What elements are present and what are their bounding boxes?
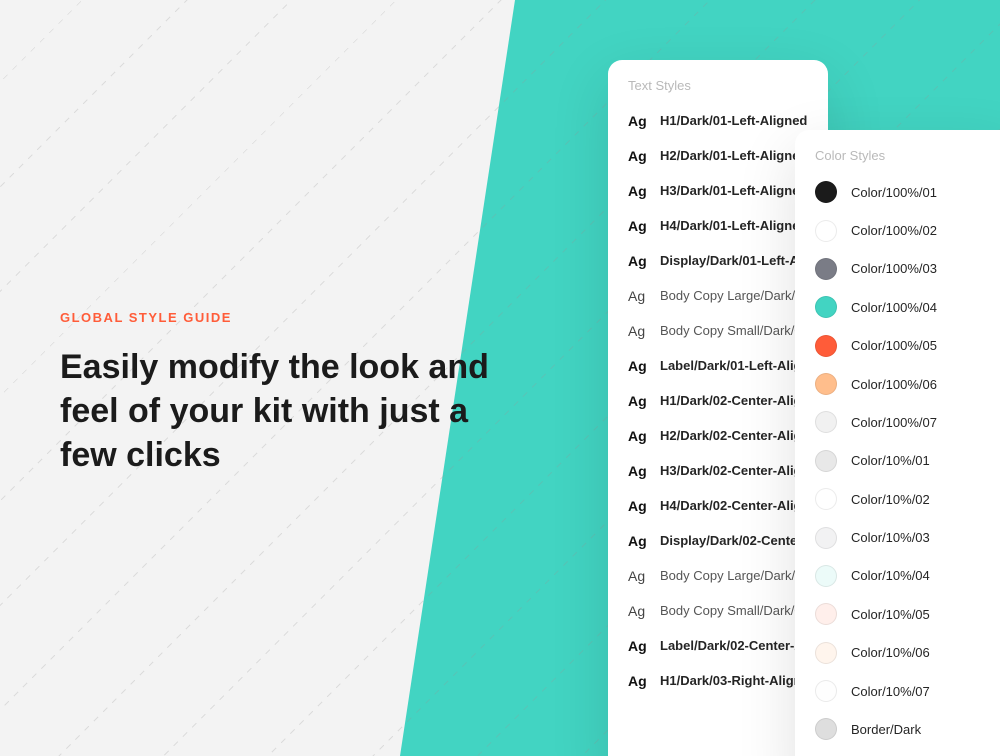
color-swatch — [815, 642, 837, 664]
color-style-label: Color/10%/07 — [851, 684, 930, 699]
color-swatch — [815, 450, 837, 472]
color-style-label: Color/10%/05 — [851, 607, 930, 622]
color-styles-list: Color/100%/01 Color/100%/02 Color/100%/03 C… — [795, 173, 1000, 756]
color-style-item[interactable]: Color/100%/06 — [795, 365, 1000, 403]
text-sample-icon: Ag — [628, 323, 650, 339]
color-swatch — [815, 603, 837, 625]
color-style-item[interactable]: Color/10%/07 — [795, 672, 1000, 710]
color-style-item[interactable]: Color/100%/02 — [795, 211, 1000, 249]
color-style-label: Color/100%/04 — [851, 300, 937, 315]
text-sample-icon: Ag — [628, 288, 650, 304]
color-style-label: Color/100%/06 — [851, 377, 937, 392]
color-style-label: Color/100%/05 — [851, 338, 937, 353]
color-styles-title: Color Styles — [795, 130, 1000, 173]
color-style-item[interactable]: Color/100%/05 — [795, 327, 1000, 365]
text-sample-icon: Ag — [628, 253, 650, 269]
color-style-item[interactable]: Color/100%/03 — [795, 250, 1000, 288]
text-sample-icon: Ag — [628, 673, 650, 689]
text-sample-icon: Ag — [628, 393, 650, 409]
color-swatch — [815, 565, 837, 587]
color-style-label: Color/100%/02 — [851, 223, 937, 238]
text-sample-icon: Ag — [628, 498, 650, 514]
text-sample-icon: Ag — [628, 463, 650, 479]
color-style-label: Color/10%/02 — [851, 492, 930, 507]
text-style-label: H1/Dark/01-Left-Aligned — [660, 113, 807, 128]
color-swatch — [815, 718, 837, 740]
eyebrow-label: GLOBAL STYLE GUIDE — [60, 310, 490, 325]
text-sample-icon: Ag — [628, 533, 650, 549]
text-style-label: H1/Dark/03-Right-Aligned — [660, 673, 817, 688]
color-swatch — [815, 373, 837, 395]
color-style-label: Color/10%/03 — [851, 530, 930, 545]
text-style-label: H2/Dark/01-Left-Aligned — [660, 148, 807, 163]
color-style-item[interactable]: Color/100%/07 — [795, 403, 1000, 441]
text-sample-icon: Ag — [628, 218, 650, 234]
hero-copy: GLOBAL STYLE GUIDE Easily modify the loo… — [60, 310, 490, 478]
text-sample-icon: Ag — [628, 603, 650, 619]
color-style-item[interactable]: Color/10%/03 — [795, 518, 1000, 556]
color-swatch — [815, 220, 837, 242]
color-swatch — [815, 181, 837, 203]
text-sample-icon: Ag — [628, 428, 650, 444]
color-style-item[interactable]: Border/Dark — [795, 710, 1000, 748]
text-sample-icon: Ag — [628, 113, 650, 129]
color-swatch — [815, 411, 837, 433]
text-sample-icon: Ag — [628, 358, 650, 374]
text-styles-title: Text Styles — [608, 60, 828, 103]
headline: Easily modify the look and feel of your … — [60, 345, 490, 478]
color-style-label: Color/10%/06 — [851, 645, 930, 660]
color-swatch — [815, 296, 837, 318]
color-styles-panel: Color Styles Color/100%/01Color/100%/02C… — [795, 130, 1000, 756]
color-style-item[interactable]: Color/100%/04 — [795, 288, 1000, 326]
text-sample-icon: Ag — [628, 568, 650, 584]
text-sample-icon: Ag — [628, 638, 650, 654]
color-style-item[interactable]: Color/10%/02 — [795, 480, 1000, 518]
color-style-item[interactable]: Color/10%/06 — [795, 634, 1000, 672]
text-sample-icon: Ag — [628, 183, 650, 199]
color-style-label: Border/Dark — [851, 722, 921, 737]
text-style-item[interactable]: Ag H1/Dark/01-Left-Aligned — [608, 103, 828, 138]
color-style-item[interactable]: Color/10%/04 — [795, 557, 1000, 595]
color-swatch — [815, 335, 837, 357]
color-swatch — [815, 527, 837, 549]
color-style-label: Color/10%/01 — [851, 453, 930, 468]
color-style-label: Color/100%/01 — [851, 185, 937, 200]
color-style-item[interactable]: Color/10%/05 — [795, 595, 1000, 633]
color-style-item[interactable]: Border/Light — [795, 749, 1000, 756]
text-sample-icon: Ag — [628, 148, 650, 164]
color-style-item[interactable]: Color/10%/01 — [795, 442, 1000, 480]
color-style-label: Color/10%/04 — [851, 568, 930, 583]
color-swatch — [815, 680, 837, 702]
text-style-label: H3/Dark/01-Left-Aligned — [660, 183, 807, 198]
color-style-label: Color/100%/03 — [851, 261, 937, 276]
color-swatch — [815, 258, 837, 280]
color-swatch — [815, 488, 837, 510]
color-style-label: Color/100%/07 — [851, 415, 937, 430]
text-style-label: H4/Dark/01-Left-Aligned — [660, 218, 807, 233]
color-style-item[interactable]: Color/100%/01 — [795, 173, 1000, 211]
